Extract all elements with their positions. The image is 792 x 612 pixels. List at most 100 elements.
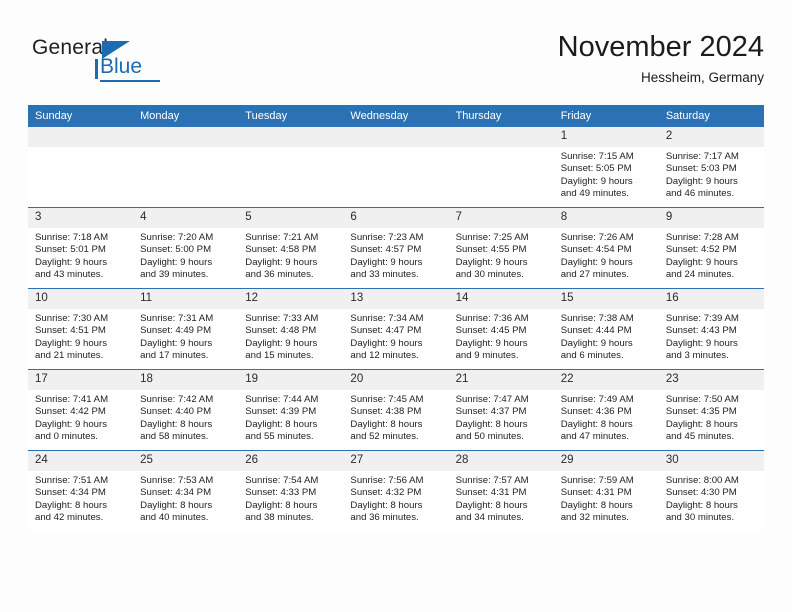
daylight-text-line2: and 58 minutes.: [140, 431, 209, 443]
calendar-page: General Blue November 2024 Hessheim, Ger…: [0, 0, 792, 612]
sunrise-text: Sunrise: 7:18 AM: [35, 232, 109, 243]
calendar-day-cell[interactable]: 10 Sunrise: 7:30 AM Sunset: 4:51 PM Dayligh…: [28, 288, 134, 370]
daylight-text-line2: and 34 minutes.: [455, 512, 524, 524]
calendar-day-cell[interactable]: 16 Sunrise: 7:39 AM Sunset: 4:43 PM Dayligh…: [658, 288, 764, 370]
weekday-header-tuesday: Tuesday: [238, 105, 344, 127]
calendar-day-cell[interactable]: 13 Sunrise: 7:34 AM Sunset: 4:47 PM Dayligh…: [343, 288, 449, 370]
daylight-text-line1: Daylight: 8 hours: [455, 418, 528, 430]
sunset-text: Sunset: 5:05 PM: [560, 163, 632, 175]
day-number: [28, 127, 134, 147]
sunset-text: Sunset: 4:51 PM: [35, 325, 106, 337]
calendar-day-cell[interactable]: 19 Sunrise: 7:44 AM Sunset: 4:39 PM Dayligh…: [238, 369, 344, 451]
daylight-text-line2: and 15 minutes.: [245, 350, 314, 362]
day-number: 21: [448, 370, 554, 390]
sunset-text: Sunset: 4:45 PM: [455, 325, 527, 337]
day-number: 10: [28, 289, 134, 309]
calendar-day-cell[interactable]: 28 Sunrise: 7:57 AM Sunset: 4:31 PM Dayligh…: [448, 450, 554, 531]
calendar-day-cell[interactable]: 27 Sunrise: 7:56 AM Sunset: 4:32 PM Dayligh…: [343, 450, 449, 531]
calendar-day-cell[interactable]: 8 Sunrise: 7:26 AM Sunset: 4:54 PM Daylight…: [553, 207, 659, 289]
day-number: 2: [658, 127, 764, 147]
calendar-day-cell[interactable]: 14 Sunrise: 7:36 AM Sunset: 4:45 PM Dayligh…: [448, 288, 554, 370]
daylight-text-line1: Daylight: 9 hours: [35, 337, 107, 349]
calendar-day-cell[interactable]: 21 Sunrise: 7:47 AM Sunset: 4:37 PM Dayligh…: [448, 369, 554, 451]
calendar-day-cell[interactable]: 25 Sunrise: 7:53 AM Sunset: 4:34 PM Dayligh…: [133, 450, 239, 531]
daylight-text-line2: and 36 minutes.: [245, 269, 314, 281]
calendar-day-cell[interactable]: 3 Sunrise: 7:18 AM Sunset: 5:01 PM Daylight…: [28, 207, 134, 289]
calendar-day-cell[interactable]: 11 Sunrise: 7:31 AM Sunset: 4:49 PM Dayligh…: [133, 288, 239, 370]
daylight-text-line1: Daylight: 8 hours: [350, 418, 423, 430]
day-details: Sunrise: 7:42 AM Sunset: 4:40 PM Daylight:…: [133, 390, 238, 444]
sunset-text: Sunset: 4:31 PM: [455, 487, 527, 499]
calendar-day-cell[interactable]: 15 Sunrise: 7:38 AM Sunset: 4:44 PM Dayligh…: [553, 288, 659, 370]
sunset-text: Sunset: 4:47 PM: [350, 325, 422, 337]
daylight-text-line2: and 43 minutes.: [35, 269, 104, 281]
logo-text-blue: Blue: [100, 55, 143, 78]
day-number: 6: [343, 208, 449, 228]
calendar-day-cell[interactable]: 18 Sunrise: 7:42 AM Sunset: 4:40 PM Dayligh…: [133, 369, 239, 451]
day-details: Sunrise: 7:38 AM Sunset: 4:44 PM Daylight:…: [554, 309, 659, 363]
calendar-day-cell[interactable]: 9 Sunrise: 7:28 AM Sunset: 4:52 PM Daylight…: [658, 207, 764, 289]
logo-text-general: General: [32, 36, 109, 59]
calendar-day-cell[interactable]: 1 Sunrise: 7:15 AM Sunset: 5:05 PM Daylight…: [553, 127, 659, 208]
calendar-day-cell[interactable]: 17 Sunrise: 7:41 AM Sunset: 4:42 PM Dayligh…: [28, 369, 134, 451]
weekday-header-saturday: Saturday: [658, 105, 764, 127]
daylight-text-line2: and 45 minutes.: [665, 431, 735, 443]
calendar-day-cell[interactable]: 4 Sunrise: 7:20 AM Sunset: 5:00 PM Daylight…: [133, 207, 239, 289]
calendar-day-cell[interactable]: 22 Sunrise: 7:49 AM Sunset: 4:36 PM Dayligh…: [553, 369, 659, 451]
day-number: 11: [133, 289, 239, 309]
daylight-text-line2: and 9 minutes.: [455, 350, 519, 362]
calendar-week-row: 3 Sunrise: 7:18 AM Sunset: 5:01 PM Daylight…: [28, 207, 764, 289]
daylight-text-line2: and 24 minutes.: [665, 269, 735, 281]
weekday-header-thursday: Thursday: [448, 105, 554, 127]
calendar-body: 1 Sunrise: 7:15 AM Sunset: 5:05 PM Daylight…: [28, 127, 764, 531]
weekday-header-sunday: Sunday: [28, 105, 134, 127]
sunset-text: Sunset: 4:36 PM: [560, 406, 632, 418]
sunrise-text: Sunrise: 7:54 AM: [245, 475, 319, 486]
calendar-day-cell[interactable]: 2 Sunrise: 7:17 AM Sunset: 5:03 PM Daylight…: [658, 127, 764, 208]
day-details: [449, 147, 554, 201]
sunset-text: Sunset: 4:58 PM: [245, 244, 317, 256]
calendar-day-cell[interactable]: 7 Sunrise: 7:25 AM Sunset: 4:55 PM Daylight…: [448, 207, 554, 289]
sunset-text: Sunset: 4:32 PM: [350, 487, 422, 499]
sunrise-text: Sunrise: 7:23 AM: [350, 232, 424, 243]
day-details: Sunrise: 7:34 AM Sunset: 4:47 PM Daylight:…: [343, 309, 448, 363]
daylight-text-line2: and 17 minutes.: [140, 350, 209, 362]
sunset-text: Sunset: 4:44 PM: [560, 325, 632, 337]
daylight-text-line2: and 36 minutes.: [350, 512, 419, 524]
sunrise-text: Sunrise: 7:26 AM: [560, 232, 634, 243]
day-number: 25: [133, 451, 239, 471]
day-number: 28: [448, 451, 554, 471]
day-details: Sunrise: 7:54 AM Sunset: 4:33 PM Daylight:…: [238, 471, 343, 525]
sunset-text: Sunset: 4:40 PM: [140, 406, 212, 418]
day-number: 3: [28, 208, 134, 228]
daylight-text-line1: Daylight: 9 hours: [350, 337, 423, 349]
calendar-day-cell[interactable]: 20 Sunrise: 7:45 AM Sunset: 4:38 PM Dayligh…: [343, 369, 449, 451]
calendar-day-cell[interactable]: 30 Sunrise: 8:00 AM Sunset: 4:30 PM Dayligh…: [658, 450, 764, 531]
daylight-text-line2: and 30 minutes.: [455, 269, 524, 281]
day-number: 14: [448, 289, 554, 309]
calendar-day-cell[interactable]: 24 Sunrise: 7:51 AM Sunset: 4:34 PM Dayligh…: [28, 450, 134, 531]
sunset-text: Sunset: 5:01 PM: [35, 244, 106, 256]
day-details: Sunrise: 7:59 AM Sunset: 4:31 PM Daylight:…: [554, 471, 659, 525]
day-details: [238, 147, 343, 201]
calendar-day-cell[interactable]: 12 Sunrise: 7:33 AM Sunset: 4:48 PM Dayligh…: [238, 288, 344, 370]
calendar-day-cell[interactable]: 5 Sunrise: 7:21 AM Sunset: 4:58 PM Daylight…: [238, 207, 344, 289]
calendar-day-cell[interactable]: 26 Sunrise: 7:54 AM Sunset: 4:33 PM Dayligh…: [238, 450, 344, 531]
calendar-day-cell[interactable]: 23 Sunrise: 7:50 AM Sunset: 4:35 PM Dayligh…: [658, 369, 764, 451]
day-details: Sunrise: 7:53 AM Sunset: 4:34 PM Daylight:…: [133, 471, 238, 525]
sunrise-text: Sunrise: 7:38 AM: [560, 313, 634, 324]
day-details: Sunrise: 7:30 AM Sunset: 4:51 PM Daylight:…: [28, 309, 133, 363]
day-details: [133, 147, 238, 201]
sunset-text: Sunset: 4:38 PM: [350, 406, 422, 418]
day-details: Sunrise: 7:44 AM Sunset: 4:39 PM Daylight:…: [238, 390, 343, 444]
sunrise-text: Sunrise: 7:39 AM: [665, 313, 739, 324]
sunset-text: Sunset: 5:00 PM: [140, 244, 212, 256]
sunset-text: Sunset: 4:34 PM: [35, 487, 106, 499]
daylight-text-line2: and 49 minutes.: [560, 188, 629, 200]
generalblue-logo: General Blue: [32, 36, 212, 86]
calendar-day-cell[interactable]: 6 Sunrise: 7:23 AM Sunset: 4:57 PM Daylight…: [343, 207, 449, 289]
sunrise-text: Sunrise: 7:42 AM: [140, 394, 214, 405]
day-number: [343, 127, 449, 147]
sunrise-text: Sunrise: 7:47 AM: [455, 394, 529, 405]
calendar-day-cell[interactable]: 29 Sunrise: 7:59 AM Sunset: 4:31 PM Dayligh…: [553, 450, 659, 531]
